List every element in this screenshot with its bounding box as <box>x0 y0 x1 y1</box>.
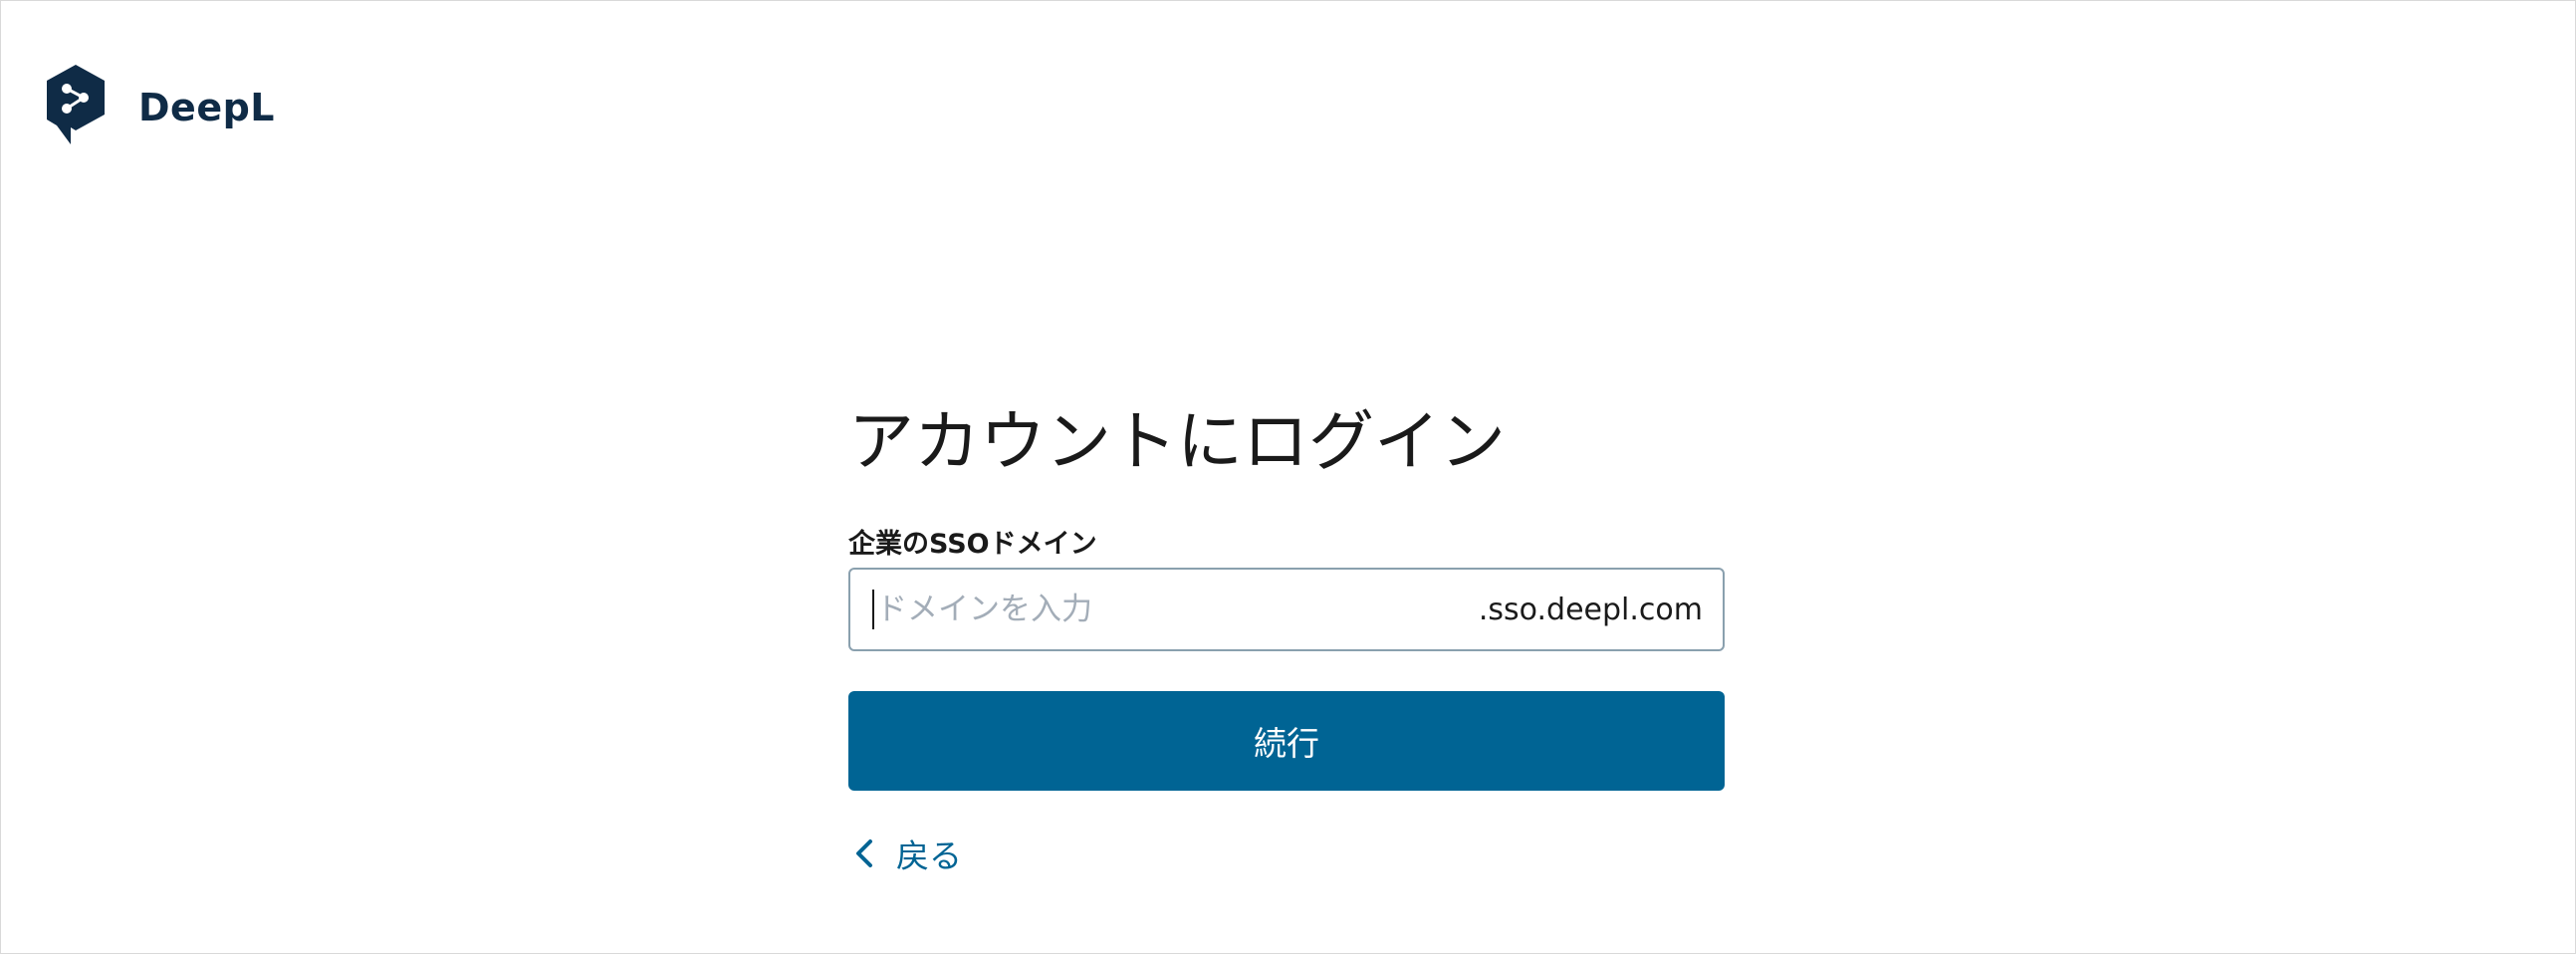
page-title: アカウントにログイン <box>848 403 1506 480</box>
chevron-left-icon <box>856 839 872 867</box>
domain-suffix: .sso.deepl.com <box>1478 592 1703 627</box>
deepl-logo-icon <box>47 65 105 144</box>
sso-domain-label: 企業のSSOドメイン <box>848 529 1097 560</box>
sso-domain-field[interactable]: .sso.deepl.com <box>848 568 1725 651</box>
back-link[interactable]: 戻る <box>848 830 962 877</box>
sso-domain-input[interactable] <box>874 580 1479 639</box>
brand-name: DeepL <box>138 86 276 129</box>
page-frame: DeepL アカウントにログイン 企業のSSOドメイン .sso.deepl.c… <box>0 0 2576 954</box>
continue-button[interactable]: 続行 <box>848 691 1725 791</box>
back-label: 戻る <box>896 836 962 875</box>
brand-logo[interactable]: DeepL <box>43 63 275 146</box>
